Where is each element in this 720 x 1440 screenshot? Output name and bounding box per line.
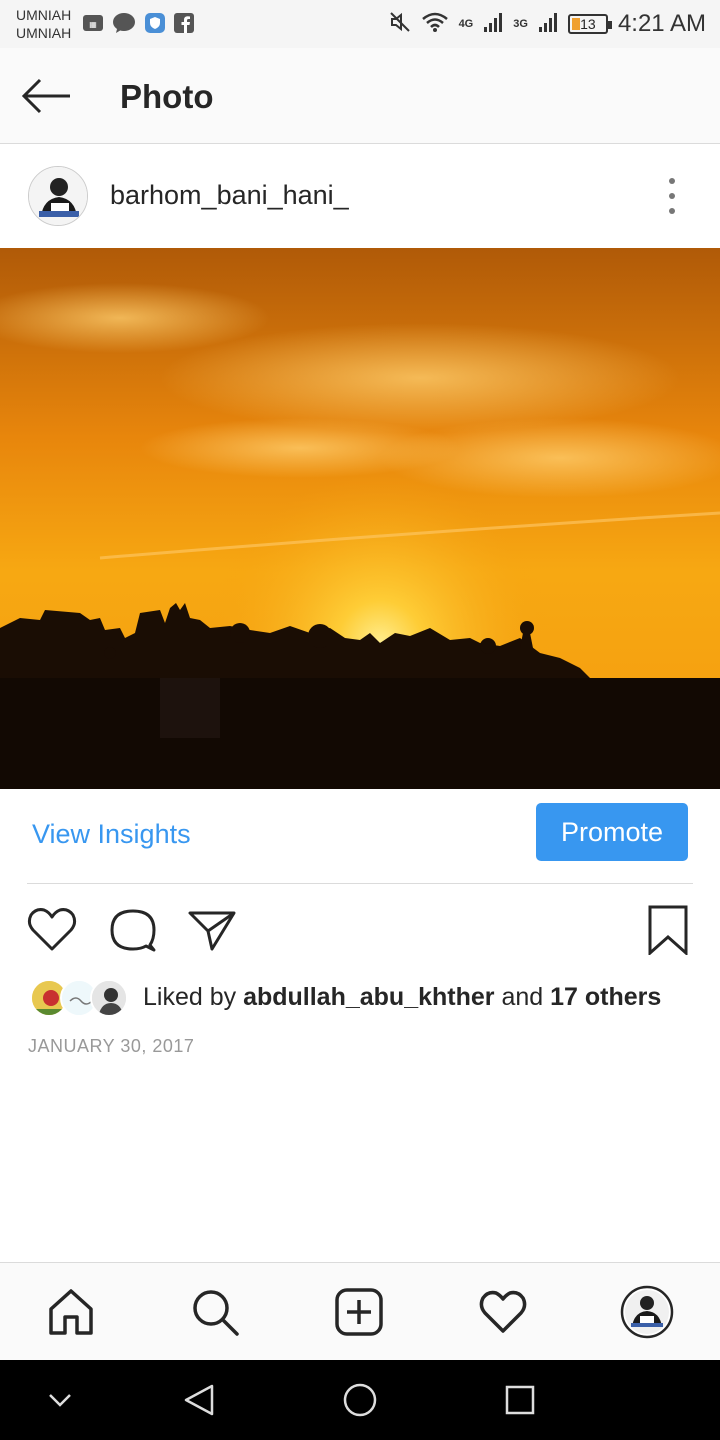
svg-text:▦: ▦: [89, 20, 97, 29]
bookmark-icon[interactable]: [642, 905, 694, 957]
mute-icon: [389, 11, 411, 38]
likes-middle: and: [494, 983, 551, 1011]
system-nav-bar: [0, 1360, 720, 1440]
recents-icon[interactable]: [500, 1380, 540, 1420]
messenger-icon: [112, 12, 136, 39]
app-header: Photo: [0, 48, 720, 144]
network-type-2: 3G: [513, 18, 528, 30]
liker-avatars[interactable]: [30, 979, 130, 1019]
home-icon[interactable]: [340, 1380, 380, 1420]
page-title: Photo: [120, 78, 214, 115]
likes-row: Liked by abdullah_abu_khther and 17 othe…: [0, 975, 720, 1023]
avatar: [90, 979, 128, 1017]
promote-button[interactable]: Promote: [536, 803, 688, 861]
post-date: JANUARY 30, 2017: [28, 1036, 195, 1056]
system-status: 4G 3G 13 4:21 AM: [389, 8, 706, 40]
comment-icon[interactable]: [106, 905, 158, 955]
carrier-labels: UMNIAH UMNIAH: [16, 6, 71, 42]
heart-icon[interactable]: [26, 905, 78, 955]
notification-icons: ▦: [82, 12, 194, 39]
battery-icon: 13: [567, 14, 612, 34]
carrier-label-2: UMNIAH: [16, 25, 72, 41]
status-time: 4:21 AM: [617, 10, 706, 37]
signal-icon: [483, 11, 503, 38]
hide-icon[interactable]: [40, 1380, 80, 1420]
share-icon[interactable]: [186, 905, 238, 955]
bottom-nav: [0, 1262, 720, 1360]
avatar[interactable]: [28, 166, 88, 226]
likes-others[interactable]: 17 others: [550, 983, 661, 1011]
carrier-label-1: UMNIAH: [16, 7, 72, 23]
insights-row: View Insights Promote: [0, 789, 720, 884]
liker-username[interactable]: abdullah_abu_khther: [243, 983, 494, 1011]
wifi-icon: [421, 11, 449, 38]
shield-app-icon: [144, 12, 166, 39]
new-post-icon[interactable]: [332, 1285, 386, 1339]
activity-icon[interactable]: [476, 1285, 530, 1339]
likes-prefix: Liked by: [143, 983, 244, 1011]
post-actions: [0, 895, 720, 965]
view-insights-link[interactable]: View Insights: [32, 819, 191, 850]
post-username[interactable]: barhom_bani_hani_: [110, 180, 349, 211]
signal-icon-2: [538, 11, 558, 38]
post-photo[interactable]: [0, 248, 720, 789]
home-icon[interactable]: [44, 1285, 98, 1339]
battery-level: 13: [580, 16, 596, 32]
back-arrow-icon[interactable]: [20, 76, 72, 116]
search-icon[interactable]: [188, 1285, 242, 1339]
likes-summary[interactable]: Liked by abdullah_abu_khther and 17 othe…: [143, 983, 661, 1012]
app-badge-icon: ▦: [82, 12, 104, 39]
divider: [27, 883, 693, 884]
facebook-icon: [174, 13, 194, 38]
more-options-icon[interactable]: [662, 178, 682, 214]
post-header: barhom_bani_hani_: [0, 146, 720, 248]
network-type-1: 4G: [458, 18, 474, 30]
status-bar: UMNIAH UMNIAH ▦ 4G 3G 13 4:21 AM: [0, 0, 720, 48]
back-icon[interactable]: [180, 1380, 220, 1420]
profile-icon[interactable]: [620, 1285, 674, 1339]
